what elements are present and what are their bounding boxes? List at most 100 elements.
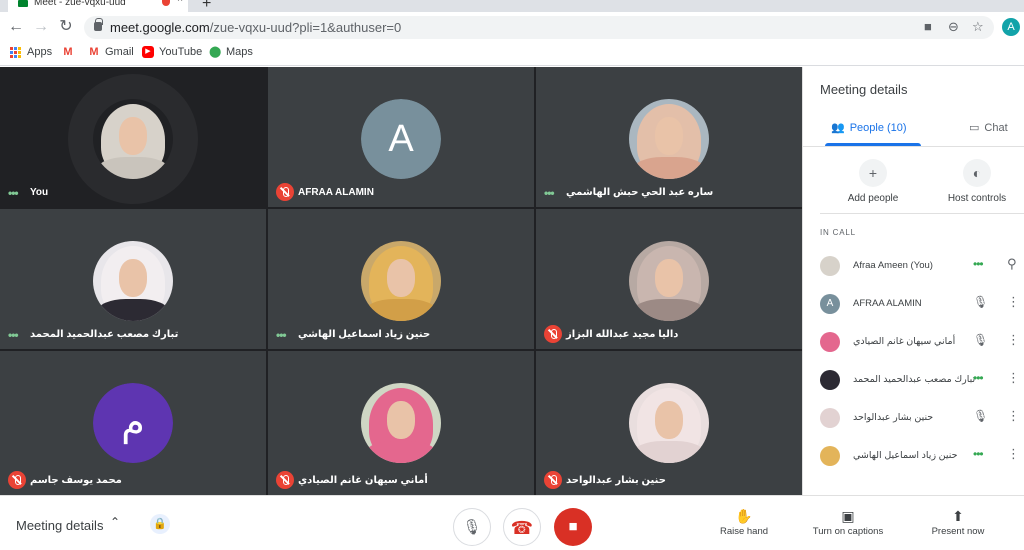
zoom-icon[interactable]: ⊖ bbox=[948, 19, 959, 35]
more-options-icon[interactable]: ⋮ bbox=[1007, 447, 1020, 461]
participant-avatar bbox=[820, 370, 840, 390]
muted-mic-icon bbox=[544, 471, 562, 489]
participant-avatar bbox=[629, 241, 709, 321]
bookmark-maps[interactable]: ⬤ Maps bbox=[209, 46, 253, 58]
list-item[interactable]: حنين زياد اسماعيل الهاشي ••• ⋮ bbox=[803, 437, 1024, 475]
divider bbox=[803, 146, 1024, 147]
apps-grid-icon bbox=[10, 46, 22, 58]
add-people-button[interactable]: + Add people bbox=[823, 159, 923, 204]
list-item[interactable]: Afraa Ameen (You) ••• ⚲ bbox=[803, 247, 1024, 285]
tab-people[interactable]: 👥 People (10) bbox=[831, 121, 907, 135]
camera-icon[interactable]: ■ bbox=[924, 19, 932, 34]
participant-tile[interactable]: ••• تبارك مصعب عبدالحميد المحمد bbox=[0, 209, 266, 349]
in-call-heading: IN CALL bbox=[820, 228, 856, 237]
participant-avatar: A bbox=[361, 99, 441, 179]
participant-name: تبارك مصعب عبدالحميد المحمد bbox=[853, 374, 976, 385]
pin-icon[interactable]: ⚲ bbox=[1007, 257, 1017, 271]
speaking-indicator-icon: ••• bbox=[973, 447, 984, 461]
participant-name: Afraa Ameen (You) bbox=[853, 260, 933, 271]
participant-avatar bbox=[93, 241, 173, 321]
back-button[interactable]: ← bbox=[6, 17, 26, 37]
hand-icon: ✋ bbox=[735, 508, 753, 524]
muted-mic-icon bbox=[8, 471, 26, 489]
participant-name: تبارك مصعب عبدالحميد المحمد bbox=[30, 329, 179, 340]
more-options-icon[interactable]: ⋮ bbox=[1007, 295, 1020, 309]
maps-icon: ⬤ bbox=[209, 46, 222, 58]
list-item[interactable]: حنين بشار عبدالواحد 🎙 ⋮ bbox=[803, 399, 1024, 437]
participant-name: ساره عبد الحي حبش الهاشمي bbox=[566, 187, 714, 198]
participant-avatar bbox=[629, 99, 709, 179]
participant-tile[interactable]: ••• حنين زياد اسماعيل الهاشي bbox=[268, 209, 534, 349]
captions-button[interactable]: ▣ Turn on captions bbox=[808, 508, 888, 537]
participant-name: حنين بشار عبدالواحد bbox=[853, 412, 934, 423]
participant-avatar bbox=[361, 241, 441, 321]
participant-tile[interactable]: ••• ساره عبد الحي حبش الهاشمي bbox=[536, 67, 802, 207]
participant-avatar: م bbox=[93, 383, 173, 463]
participant-name: أماني سيهان غانم الصيادي bbox=[298, 475, 428, 486]
participant-tile[interactable]: حنين بشار عبدالواحد bbox=[536, 351, 802, 495]
participant-tile[interactable]: A AFRAA ALAMIN bbox=[268, 67, 534, 207]
participant-tile[interactable]: داليا مجيد عبدالله البزاز bbox=[536, 209, 802, 349]
url-text[interactable]: meet.google.com/zue-vqxu-uud?pli=1&authu… bbox=[110, 20, 401, 35]
bookmark-youtube[interactable]: ▶ YouTube bbox=[142, 46, 202, 58]
chevron-up-icon[interactable]: ⌃ bbox=[110, 515, 120, 529]
participant-name: حنين بشار عبدالواحد bbox=[566, 475, 666, 486]
list-item[interactable]: A AFRAA ALAMIN 🎙 ⋮ bbox=[803, 285, 1024, 323]
present-screen-icon: ⬆ bbox=[952, 508, 964, 524]
bookmark-gmail[interactable]: M Gmail bbox=[88, 46, 133, 58]
camera-off-button[interactable]: ■ bbox=[554, 508, 592, 546]
bookmark-gmail-icon-only[interactable]: M bbox=[62, 46, 74, 58]
participant-name: محمد يوسف جاسم bbox=[30, 475, 122, 486]
tab-chat[interactable]: ▭ Chat bbox=[969, 121, 1008, 135]
list-item[interactable]: تبارك مصعب عبدالحميد المحمد ••• ⋮ bbox=[803, 361, 1024, 399]
participant-avatar bbox=[820, 256, 840, 276]
closed-captions-icon: ▣ bbox=[841, 508, 855, 524]
people-icon: 👥 bbox=[831, 122, 845, 134]
more-options-icon[interactable]: ⋮ bbox=[1007, 409, 1020, 423]
shield-lock-icon[interactable]: 🔒 bbox=[150, 514, 170, 534]
mic-icon: 🎙 bbox=[462, 519, 482, 536]
lock-icon bbox=[94, 18, 103, 31]
reload-button[interactable]: ↻ bbox=[56, 17, 76, 37]
more-options-icon[interactable]: ⋮ bbox=[1007, 333, 1020, 347]
participant-tile[interactable]: ••• You bbox=[0, 67, 266, 207]
microphone-button[interactable]: 🎙 bbox=[453, 508, 491, 546]
bookmark-star-icon[interactable]: ☆ bbox=[972, 19, 984, 35]
muted-mic-icon: 🎙 bbox=[973, 333, 989, 347]
phone-hangup-icon: ☎ bbox=[510, 518, 534, 538]
more-options-icon[interactable]: ⋮ bbox=[1007, 371, 1020, 385]
participant-name: AFRAA ALAMIN bbox=[298, 187, 374, 198]
camera-off-icon: ■ bbox=[568, 518, 578, 535]
participant-name: You bbox=[30, 187, 49, 198]
bookmarks-bar: Apps M M Gmail ▶ YouTube ⬤ Maps bbox=[0, 42, 1024, 66]
address-bar[interactable]: meet.google.com/zue-vqxu-uud?pli=1&authu… bbox=[84, 16, 994, 39]
participant-avatar: A bbox=[820, 294, 840, 314]
host-controls-button[interactable]: ◐ Host controls bbox=[927, 159, 1024, 204]
present-now-button[interactable]: ⬆ Present now bbox=[926, 508, 990, 537]
leave-call-button[interactable]: ☎ bbox=[503, 508, 541, 546]
chat-icon: ▭ bbox=[969, 122, 980, 134]
participant-tile[interactable]: م محمد يوسف جاسم bbox=[0, 351, 266, 495]
speaking-indicator-icon: ••• bbox=[973, 257, 984, 271]
meeting-details-panel: Meeting details 👥 People (10) ▭ Chat + A… bbox=[802, 67, 1024, 495]
bookmark-apps[interactable]: Apps bbox=[10, 46, 52, 58]
browser-tab[interactable]: Meet - zue-vqxu-uud × bbox=[8, 0, 188, 12]
call-controls-bar: Meeting details ⌃ 🔒 🎙 ☎ ■ ✋ Raise hand ▣… bbox=[0, 495, 1024, 550]
youtube-icon: ▶ bbox=[142, 46, 154, 58]
participant-name: داليا مجيد عبدالله البزاز bbox=[566, 329, 679, 340]
participant-tile[interactable]: أماني سيهان غانم الصيادي bbox=[268, 351, 534, 495]
video-grid: ••• You A AFRAA ALAMIN ••• ساره عبد الحي… bbox=[0, 67, 802, 495]
recording-dot-icon bbox=[162, 0, 170, 6]
participant-name: AFRAA ALAMIN bbox=[853, 298, 922, 309]
speaking-indicator-icon: ••• bbox=[8, 328, 19, 342]
close-tab-icon[interactable]: × bbox=[177, 0, 183, 5]
list-item[interactable]: أماني سيهان غانم الصيادي 🎙 ⋮ bbox=[803, 323, 1024, 361]
meeting-details-button[interactable]: Meeting details bbox=[16, 518, 103, 533]
participant-avatar bbox=[820, 408, 840, 428]
participant-avatar bbox=[820, 446, 840, 466]
participant-name: أماني سيهان غانم الصيادي bbox=[853, 336, 956, 347]
forward-button[interactable]: → bbox=[31, 17, 51, 37]
raise-hand-button[interactable]: ✋ Raise hand bbox=[716, 508, 772, 537]
profile-avatar[interactable]: A bbox=[1002, 18, 1020, 36]
participant-avatar bbox=[629, 383, 709, 463]
